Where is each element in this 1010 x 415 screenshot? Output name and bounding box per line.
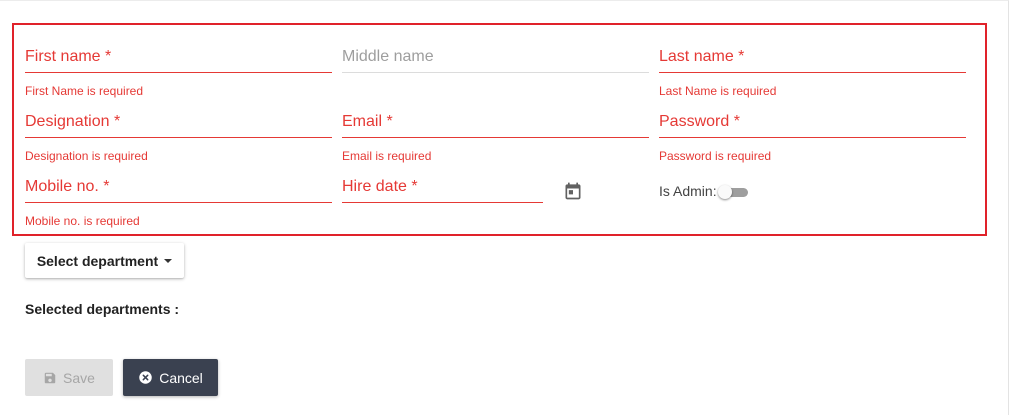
- password-underline: [659, 137, 966, 138]
- designation-error: Designation is required: [25, 149, 148, 163]
- toggle-thumb: [718, 185, 732, 199]
- first-name-label: First name *: [25, 48, 112, 65]
- middle-name-underline: [342, 72, 649, 73]
- middle-name-label: Middle name: [342, 48, 434, 65]
- select-department-label: Select department: [36, 252, 159, 269]
- save-label: Save: [63, 369, 95, 386]
- first-name-error: First Name is required: [25, 84, 144, 98]
- mobile-underline: [25, 202, 332, 203]
- first-name-underline: [25, 72, 332, 73]
- calendar-icon[interactable]: [563, 181, 583, 201]
- select-department-button[interactable]: Select department: [25, 243, 184, 278]
- hire-date-underline: [342, 202, 543, 203]
- cancel-icon: [139, 371, 152, 384]
- mobile-error: Mobile no. is required: [25, 214, 140, 228]
- page-card: First name * First Name is required Midd…: [0, 0, 1009, 415]
- cancel-button[interactable]: Cancel: [123, 359, 218, 396]
- designation-label: Designation *: [25, 113, 121, 130]
- last-name-label: Last name *: [659, 48, 745, 65]
- save-button[interactable]: Save: [25, 359, 113, 396]
- designation-underline: [25, 137, 332, 138]
- last-name-error: Last Name is required: [659, 84, 777, 98]
- hire-date-label: Hire date *: [342, 178, 418, 195]
- email-label: Email *: [342, 113, 393, 130]
- email-error: Email is required: [342, 149, 432, 163]
- is-admin-label: Is Admin:: [659, 183, 717, 199]
- save-icon: [44, 372, 56, 383]
- password-error: Password is required: [659, 149, 772, 163]
- cancel-label: Cancel: [159, 369, 203, 386]
- selected-departments-label: Selected departments :: [25, 301, 180, 317]
- caret-down-icon: [164, 258, 173, 263]
- mobile-label: Mobile no. *: [25, 178, 110, 195]
- is-admin-toggle[interactable]: [718, 185, 748, 199]
- last-name-underline: [659, 72, 966, 73]
- password-label: Password *: [659, 113, 740, 130]
- email-underline: [342, 137, 649, 138]
- employee-form: [12, 23, 987, 236]
